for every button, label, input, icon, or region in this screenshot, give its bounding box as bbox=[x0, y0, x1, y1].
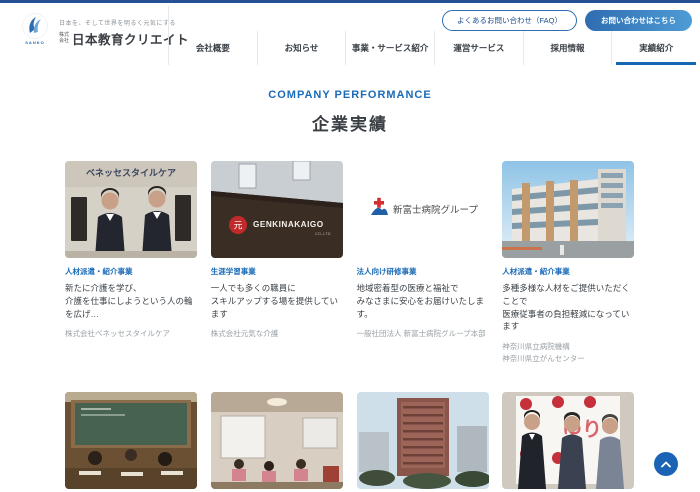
case-card-hospitality[interactable]: 人材派遣・紹介事業 一流のホスピタリティーを求めて 人材の早期安定化と接遇サービ… bbox=[357, 392, 490, 492]
page-title: 企業実績 bbox=[0, 110, 700, 135]
photo-shinfuji-logo[interactable]: 新富士病院グループ bbox=[357, 161, 489, 258]
card-category: 法人向け研修事業 bbox=[357, 266, 490, 277]
site-header: SANKO 日本を、そして世界を明るく元気にする 株式 会社 日本教育クリエイト… bbox=[0, 3, 700, 65]
photo-city-hospital-tower[interactable] bbox=[357, 392, 489, 489]
card-title: 一人でも多くの職員に スキルアップする場を提供しています bbox=[211, 282, 344, 320]
contact-button[interactable]: お問い合わせはこちら bbox=[585, 10, 692, 31]
photo-training-room[interactable] bbox=[211, 392, 343, 489]
header-right: よくあるお問い合わせ（FAQ） お問い合わせはこちら 会社概要 お知らせ 事業・… bbox=[168, 6, 700, 65]
photo-benesse-style-care[interactable]: ベネッセスタイルケア bbox=[65, 161, 197, 258]
company-prefix: 株式 会社 bbox=[59, 33, 69, 45]
photo-shirayuri-group[interactable]: ゆり bbox=[502, 392, 634, 489]
card-company: 神奈川県立病院機構 神奈川県立がんセンター bbox=[502, 341, 635, 365]
nav-item-operated-services[interactable]: 運営サービス bbox=[434, 31, 523, 65]
card-category: 人材派遣・紹介事業 bbox=[502, 266, 635, 277]
nav-item-news[interactable]: お知らせ bbox=[257, 31, 346, 65]
case-card-kanagawa[interactable]: 人材派遣・紹介事業 多種多様な人材をご提供いただくことで 医療従事者の負担軽減に… bbox=[502, 161, 635, 365]
sanko-logo-icon: SANKO bbox=[18, 13, 52, 53]
card-company: 株式会社ベネッセスタイルケア bbox=[65, 328, 198, 340]
photo-hospital-building[interactable] bbox=[502, 161, 634, 258]
case-card-shinfuji[interactable]: 新富士病院グループ 法人向け研修事業 地域密着型の医療と福祉で みなさまに安心を… bbox=[357, 161, 490, 365]
card-title: 多種多様な人材をご提供いただくことで 医療従事者の負担軽減になっています bbox=[502, 282, 635, 333]
card-title: 地域密着型の医療と福祉で みなさまに安心をお届けいたします。 bbox=[357, 282, 490, 320]
svg-text:GENKINAKAIGO: GENKINAKAIGO bbox=[253, 220, 324, 229]
case-card-benesse[interactable]: ベネッセスタイルケア 人材派遣・紹介事業 新たに介護を学び、 介護を仕事にしよう… bbox=[65, 161, 198, 365]
case-card-lifelong-learning[interactable]: 生涯学習事業 常に変化する社会の中で、豊かな人生 を送るため 生涯学習の場を提供… bbox=[65, 392, 198, 492]
svg-text:CO.,LTD: CO.,LTD bbox=[315, 231, 331, 236]
site-logo[interactable]: SANKO 日本を、そして世界を明るく元気にする 株式 会社 日本教育クリエイト bbox=[18, 13, 189, 53]
svg-text:新富士病院グループ: 新富士病院グループ bbox=[393, 204, 478, 216]
card-category: 人材派遣・紹介事業 bbox=[65, 266, 198, 277]
chevron-up-icon bbox=[661, 461, 671, 468]
faq-button[interactable]: よくあるお問い合わせ（FAQ） bbox=[442, 10, 577, 31]
card-company: 一般社団法人 新富士病院グループ本部 bbox=[357, 328, 490, 340]
nav-item-recruit[interactable]: 採用情報 bbox=[523, 31, 612, 65]
main-nav: 会社概要 お知らせ 事業・サービス紹介 運営サービス 採用情報 実績紹介 bbox=[169, 31, 700, 65]
case-card-training[interactable]: 法人向け研修事業 日頃の業務へ前向きに、創意工夫する 職員が増えており感謝してお… bbox=[211, 392, 344, 492]
photo-classroom[interactable] bbox=[65, 392, 197, 489]
nav-item-performance[interactable]: 実績紹介 bbox=[611, 31, 700, 65]
card-category: 生涯学習事業 bbox=[211, 266, 344, 277]
section-eyebrow: COMPANY PERFORMANCE bbox=[0, 89, 700, 101]
card-title: 新たに介護を学び、 介護を仕事にしようという人の輪を広げ… bbox=[65, 282, 198, 320]
case-card-shirayuri[interactable]: ゆり 法人向け研修事業 共通の学びを得ることで、 すべての指導に共通の「根拠」を… bbox=[502, 392, 635, 492]
svg-text:ベネッセスタイルケア: ベネッセスタイルケア bbox=[86, 167, 176, 178]
nav-item-services[interactable]: 事業・サービス紹介 bbox=[345, 31, 434, 65]
case-card-genkina-kaigo[interactable]: 元 GENKINAKAIGO CO.,LTD 生涯学習事業 一人でも多くの職員に… bbox=[211, 161, 344, 365]
photo-genkinakaigo-sign[interactable]: 元 GENKINAKAIGO CO.,LTD bbox=[211, 161, 343, 258]
sanko-wordmark: SANKO bbox=[25, 40, 44, 45]
performance-section: COMPANY PERFORMANCE 企業実績 ベネッセスタイルケア bbox=[0, 65, 700, 492]
svg-text:元: 元 bbox=[233, 221, 242, 231]
nav-item-company-overview[interactable]: 会社概要 bbox=[169, 31, 257, 65]
back-to-top-button[interactable] bbox=[654, 452, 678, 476]
card-company: 株式会社元気な介護 bbox=[211, 328, 344, 340]
case-card-grid: ベネッセスタイルケア 人材派遣・紹介事業 新たに介護を学び、 介護を仕事にしよう… bbox=[65, 161, 635, 492]
